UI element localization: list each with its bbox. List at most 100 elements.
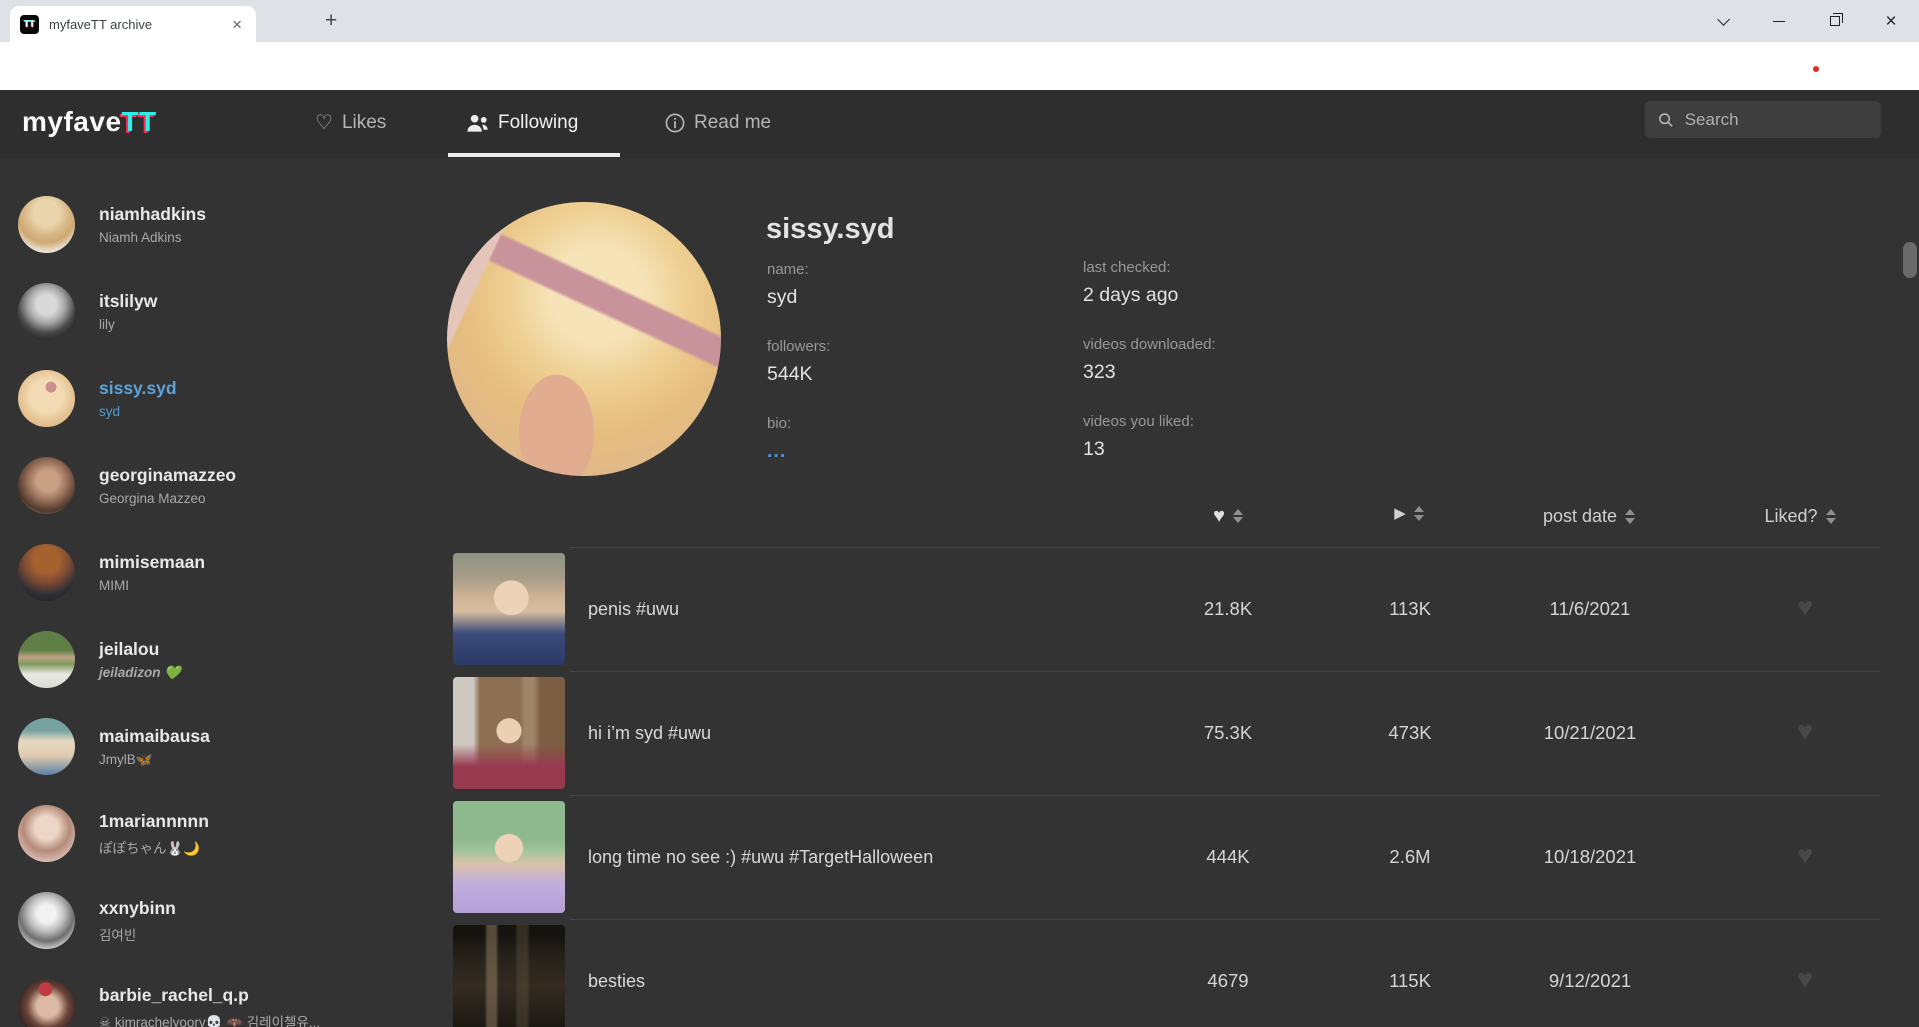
video-thumbnail[interactable] [453,925,565,1027]
window-chevron-icon[interactable] [1695,0,1751,42]
window-restore-button[interactable] [1807,0,1863,42]
play-icon: ▶ [1394,505,1406,522]
video-thumbnail[interactable] [453,553,565,665]
sidebar-user-item[interactable]: 1mariannnnn ぽぽちゃん🐰🌙 [0,790,413,877]
user-display-name: lily [99,317,115,332]
user-username: jeilalou [99,638,160,659]
sidebar-user-item[interactable]: georginamazzeo Georgina Mazzeo [0,442,413,529]
video-post-date: 9/12/2021 [1548,970,1632,991]
video-liked-heart-icon[interactable]: ♥ [1770,795,1840,919]
profile-field: videos downloaded: 323 [1083,336,1216,384]
profile-field: bio: ... [767,415,830,463]
user-username: xxnybinn [99,897,176,918]
window-controls: × [1695,0,1919,42]
user-display-name: 김여빈 [99,927,137,943]
user-avatar [18,631,75,688]
column-liked-sort[interactable]: Liked? [1740,506,1860,527]
video-like-count: 21.8K [1203,598,1253,619]
video-view-count: 113K [1389,598,1431,619]
video-row[interactable]: penis #uwu 21.8K 113K 11/6/2021 ♥ [413,547,1919,671]
sidebar-user-item[interactable]: mimisemaan MIMI [0,529,413,616]
profile-field: last checked: 2 days ago [1083,259,1216,307]
profile-field-value: 323 [1083,361,1116,383]
sort-arrows-icon [1625,509,1636,524]
tab-following[interactable]: Following [466,112,578,134]
video-view-count: 473K [1388,722,1432,743]
user-avatar [18,718,75,775]
people-icon [467,114,488,132]
user-display-name: Georgina Mazzeo [99,491,206,506]
sidebar-user-item[interactable]: maimaibausa JmylB🦋 [0,703,413,790]
logo-tt: TT [121,106,157,137]
new-tab-button[interactable]: + [325,10,337,31]
user-display-name: Niamh Adkins [99,230,182,245]
video-view-count: 2.6M [1389,846,1431,867]
sidebar: niamhadkins Niamh Adkins itslilyw lily s… [0,158,413,1027]
post-date-header-label: post date [1542,506,1618,526]
video-like-count: 444K [1206,846,1250,867]
video-thumbnail[interactable] [453,801,565,913]
video-post-date: 10/21/2021 [1543,722,1637,743]
profile-notification-dot [1813,66,1819,72]
search-box[interactable] [1645,101,1881,138]
profile-field-value: 544K [767,363,813,385]
video-liked-heart-icon[interactable]: ♥ [1770,547,1840,671]
sidebar-user-item[interactable]: xxnybinn 김여빈 [0,877,413,964]
tab-likes[interactable]: ♡ Likes [315,112,386,134]
sidebar-user-item[interactable]: barbie_rachel_q.p ☠ kimrachelyoory💀 🦇 김레… [0,964,413,1027]
profile-field: name: syd [767,261,830,309]
browser-tab[interactable]: TT myfaveTT archive × [10,6,256,42]
video-row[interactable]: long time no see :) #uwu #TargetHallowee… [413,795,1919,919]
video-liked-heart-icon[interactable]: ♥ [1770,671,1840,795]
user-username: niamhadkins [99,204,206,224]
user-avatar [18,283,75,340]
logo-text: myfave [22,106,122,137]
window-close-button[interactable]: × [1863,0,1919,42]
user-display-name: JmylB🦋 [99,751,153,767]
video-row[interactable]: besties 4679 115K 9/12/2021 ♥ [413,919,1919,1027]
user-avatar [18,805,75,862]
column-likes-sort[interactable]: ♥ [1178,506,1278,526]
heart-filled-icon: ♥ [1213,505,1225,527]
profile-stats-left: name: syd followers: 544K bio: ... [767,261,830,492]
sidebar-user-item[interactable]: itslilyw lily [0,268,413,355]
video-row[interactable]: hi i’m syd #uwu 75.3K 473K 10/21/2021 ♥ [413,671,1919,795]
tab-likes-label: Likes [341,112,387,133]
browser-titlebar: TT myfaveTT archive × + × [0,0,1919,42]
sidebar-user-item[interactable]: jeilalou jeiladizon 💚 [0,616,413,703]
profile-field-value: 2 days ago [1083,284,1179,306]
tab-read-me-label: Read me [694,112,772,133]
search-input[interactable] [1684,109,1868,130]
sidebar-user-item[interactable]: niamhadkins Niamh Adkins [0,181,413,268]
video-liked-heart-icon[interactable]: ♥ [1770,919,1840,1027]
liked-header-label: Liked? [1764,506,1818,526]
user-username: itslilyw [99,291,158,311]
app-header: myfaveTT ♡ Likes Following Read me Searc… [0,90,1919,158]
user-username: barbie_rachel_q.p [99,984,249,1005]
browser-addressbar: ← → ↻ i File | D:/OneDrive/myfaveTT-arch… [0,42,1919,125]
user-list: niamhadkins Niamh Adkins itslilyw lily s… [0,158,413,1027]
user-display-name: ☠ kimrachelyoory💀 🦇 김레이첼유... [99,1014,321,1027]
sidebar-user-item[interactable]: sissy.syd syd [0,355,413,442]
screen: TT myfaveTT archive × + × ← → ↻ i File |… [0,0,1919,1027]
column-views-sort[interactable]: ▶ [1359,506,1459,521]
sort-arrows-icon [1413,506,1424,521]
scrollbar-thumb[interactable] [1903,242,1917,278]
info-icon [665,113,685,133]
user-avatar [18,457,75,514]
video-thumbnail[interactable] [453,677,565,789]
heart-outline-icon: ♡ [315,112,333,134]
app-logo: myfaveTT [22,106,157,138]
tab-close-icon[interactable]: × [228,14,246,35]
video-title: penis #uwu [588,599,680,619]
column-post-date-sort[interactable]: post date [1509,506,1669,527]
profile-title: sissy.syd [766,213,895,245]
site-favicon-icon: TT [20,14,39,34]
main-content: sissy.syd name: syd followers: 544K bio:… [413,158,1919,1027]
window-minimize-button[interactable] [1751,0,1807,42]
video-view-count: 115K [1389,970,1431,991]
tab-read-me[interactable]: Read me [665,112,771,134]
video-title: hi i’m syd #uwu [588,723,712,743]
profile-field-value: 13 [1083,438,1105,460]
video-title: besties [588,971,646,991]
